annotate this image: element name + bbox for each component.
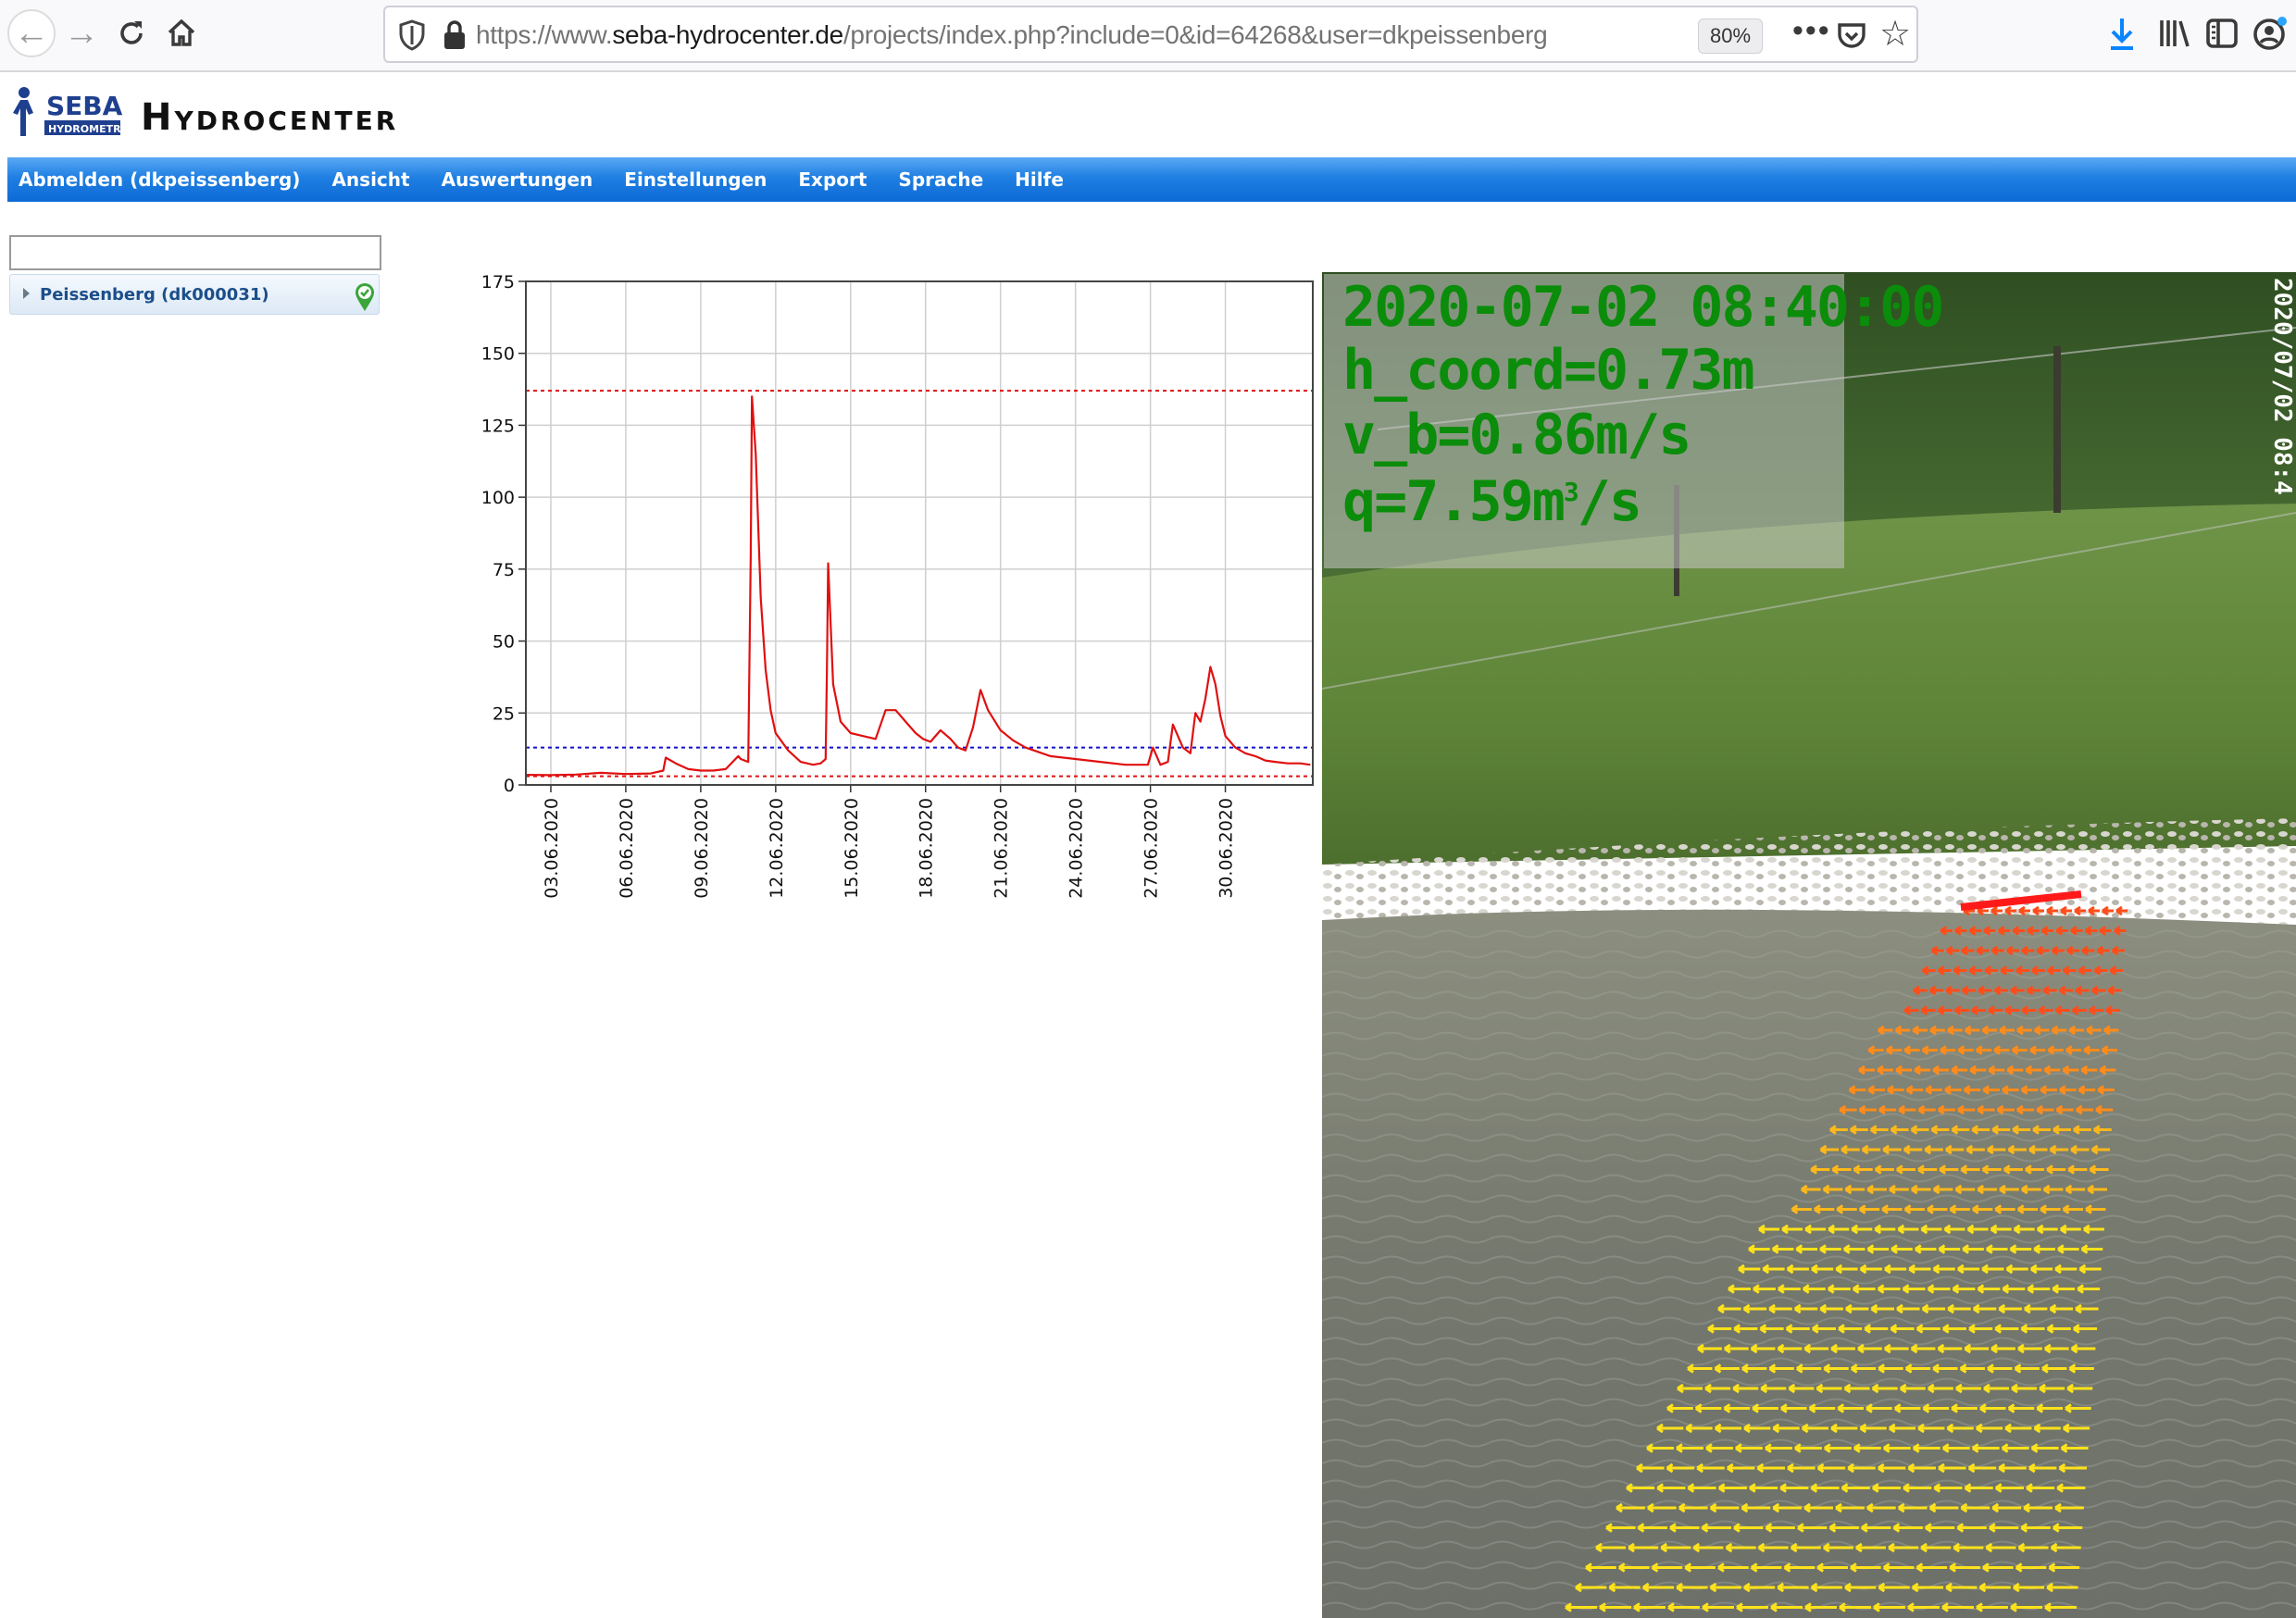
zoom-badge[interactable]: 80% xyxy=(1698,19,1763,54)
sidebar-icon[interactable] xyxy=(2202,13,2242,54)
bookmark-star-icon[interactable]: ☆ xyxy=(1879,13,1911,55)
discharge-exponent: 3 xyxy=(1563,477,1579,507)
y-tick-label: 150 xyxy=(481,344,515,365)
menu-view[interactable]: Ansicht xyxy=(331,168,409,191)
x-tick-label: 30.06.2020 xyxy=(1217,798,1237,899)
download-icon[interactable] xyxy=(2102,13,2142,54)
url-path: /projects/index.php?include=0&id=64268&u… xyxy=(842,20,1548,49)
y-tick-label: 50 xyxy=(493,632,515,653)
lock-icon[interactable] xyxy=(441,19,468,52)
menu-logout[interactable]: Abmelden (dkpeissenberg) xyxy=(19,168,300,191)
menu-settings[interactable]: Einstellungen xyxy=(624,168,767,191)
y-tick-label: 25 xyxy=(493,703,515,724)
camera-vertical-timestamp: 2020/07/02 08:4 xyxy=(2270,278,2296,611)
app-title: Hydrocenter xyxy=(141,96,399,139)
browser-toolbar: ← → https://www.seba-hydrocenter.de/proj… xyxy=(0,0,2296,72)
back-icon[interactable]: ← xyxy=(7,9,56,57)
y-tick-label: 125 xyxy=(481,416,515,436)
pocket-icon[interactable] xyxy=(1835,19,1868,52)
camera-discharge: q=7.59m3/s xyxy=(1342,474,1642,529)
seba-logo: SEBA HYDROMETRIE xyxy=(13,87,122,136)
menu-language[interactable]: Sprache xyxy=(898,168,983,191)
url-prefix: https://www. xyxy=(476,20,613,49)
expand-arrow-icon[interactable] xyxy=(23,288,30,299)
camera-velocity: v_b=0.86m/s xyxy=(1342,403,1691,467)
x-tick-label: 24.06.2020 xyxy=(1067,798,1087,899)
home-icon[interactable] xyxy=(157,9,206,57)
menu-help[interactable]: Hilfe xyxy=(1015,168,1064,191)
forward-icon[interactable]: → xyxy=(57,9,106,57)
x-tick-label: 15.06.2020 xyxy=(842,798,862,899)
camera-vertical-text: 2020/07/02 08:4 xyxy=(2270,278,2296,495)
discharge-suffix: /s xyxy=(1577,469,1642,534)
status-ok-icon xyxy=(356,283,374,311)
reload-icon[interactable] xyxy=(107,9,156,57)
discharge-chart: 0 25 50 75 100 125 150 175 03.06.2020 06.06.2020 0… xyxy=(481,268,1324,935)
library-icon[interactable] xyxy=(2153,13,2194,54)
logo-text: SEBA xyxy=(46,91,122,121)
tree-item-peissenberg[interactable]: Peissenberg (dk000031) xyxy=(9,274,380,315)
y-tick-label: 175 xyxy=(481,272,515,292)
x-tick-label: 18.06.2020 xyxy=(917,798,937,899)
y-tick-label: 100 xyxy=(481,488,515,508)
plot-area xyxy=(526,281,1313,785)
y-tick-label: 0 xyxy=(504,776,515,796)
chart-svg: 0 25 50 75 100 125 150 175 03.06.2020 06.06.2020 0… xyxy=(481,272,1314,899)
page-actions-icon[interactable]: ••• xyxy=(1792,13,1831,49)
x-tick-label: 27.06.2020 xyxy=(1142,798,1162,899)
menu-export[interactable]: Export xyxy=(798,168,867,191)
menu-evaluations[interactable]: Auswertungen xyxy=(442,168,593,191)
tree-item-label: Peissenberg (dk000031) xyxy=(40,285,269,305)
url-text[interactable]: https://www.seba-hydrocenter.de/projects… xyxy=(476,20,1548,50)
station-search-input[interactable] xyxy=(9,235,381,270)
logo-subtext: HYDROMETRIE xyxy=(48,123,122,135)
url-host: seba-hydrocenter.de xyxy=(612,20,843,49)
account-icon[interactable] xyxy=(2250,13,2290,54)
x-tick-label: 03.06.2020 xyxy=(542,798,562,899)
x-tick-label: 12.06.2020 xyxy=(767,798,787,899)
x-tick-label: 21.06.2020 xyxy=(992,798,1012,899)
y-tick-label: 75 xyxy=(493,560,515,580)
main-menu: Abmelden (dkpeissenberg) Ansicht Auswert… xyxy=(7,157,2296,202)
camera-water-level: h_coord=0.73m xyxy=(1342,338,1755,403)
x-tick-label: 09.06.2020 xyxy=(692,798,712,899)
camera-timestamp: 2020-07-02 08:40:00 xyxy=(1342,275,1944,340)
address-bar[interactable]: https://www.seba-hydrocenter.de/projects… xyxy=(383,6,1918,63)
tracking-shield-icon[interactable] xyxy=(396,19,428,52)
discharge-prefix: q=7.59m xyxy=(1342,469,1566,534)
x-tick-label: 06.06.2020 xyxy=(617,798,637,899)
